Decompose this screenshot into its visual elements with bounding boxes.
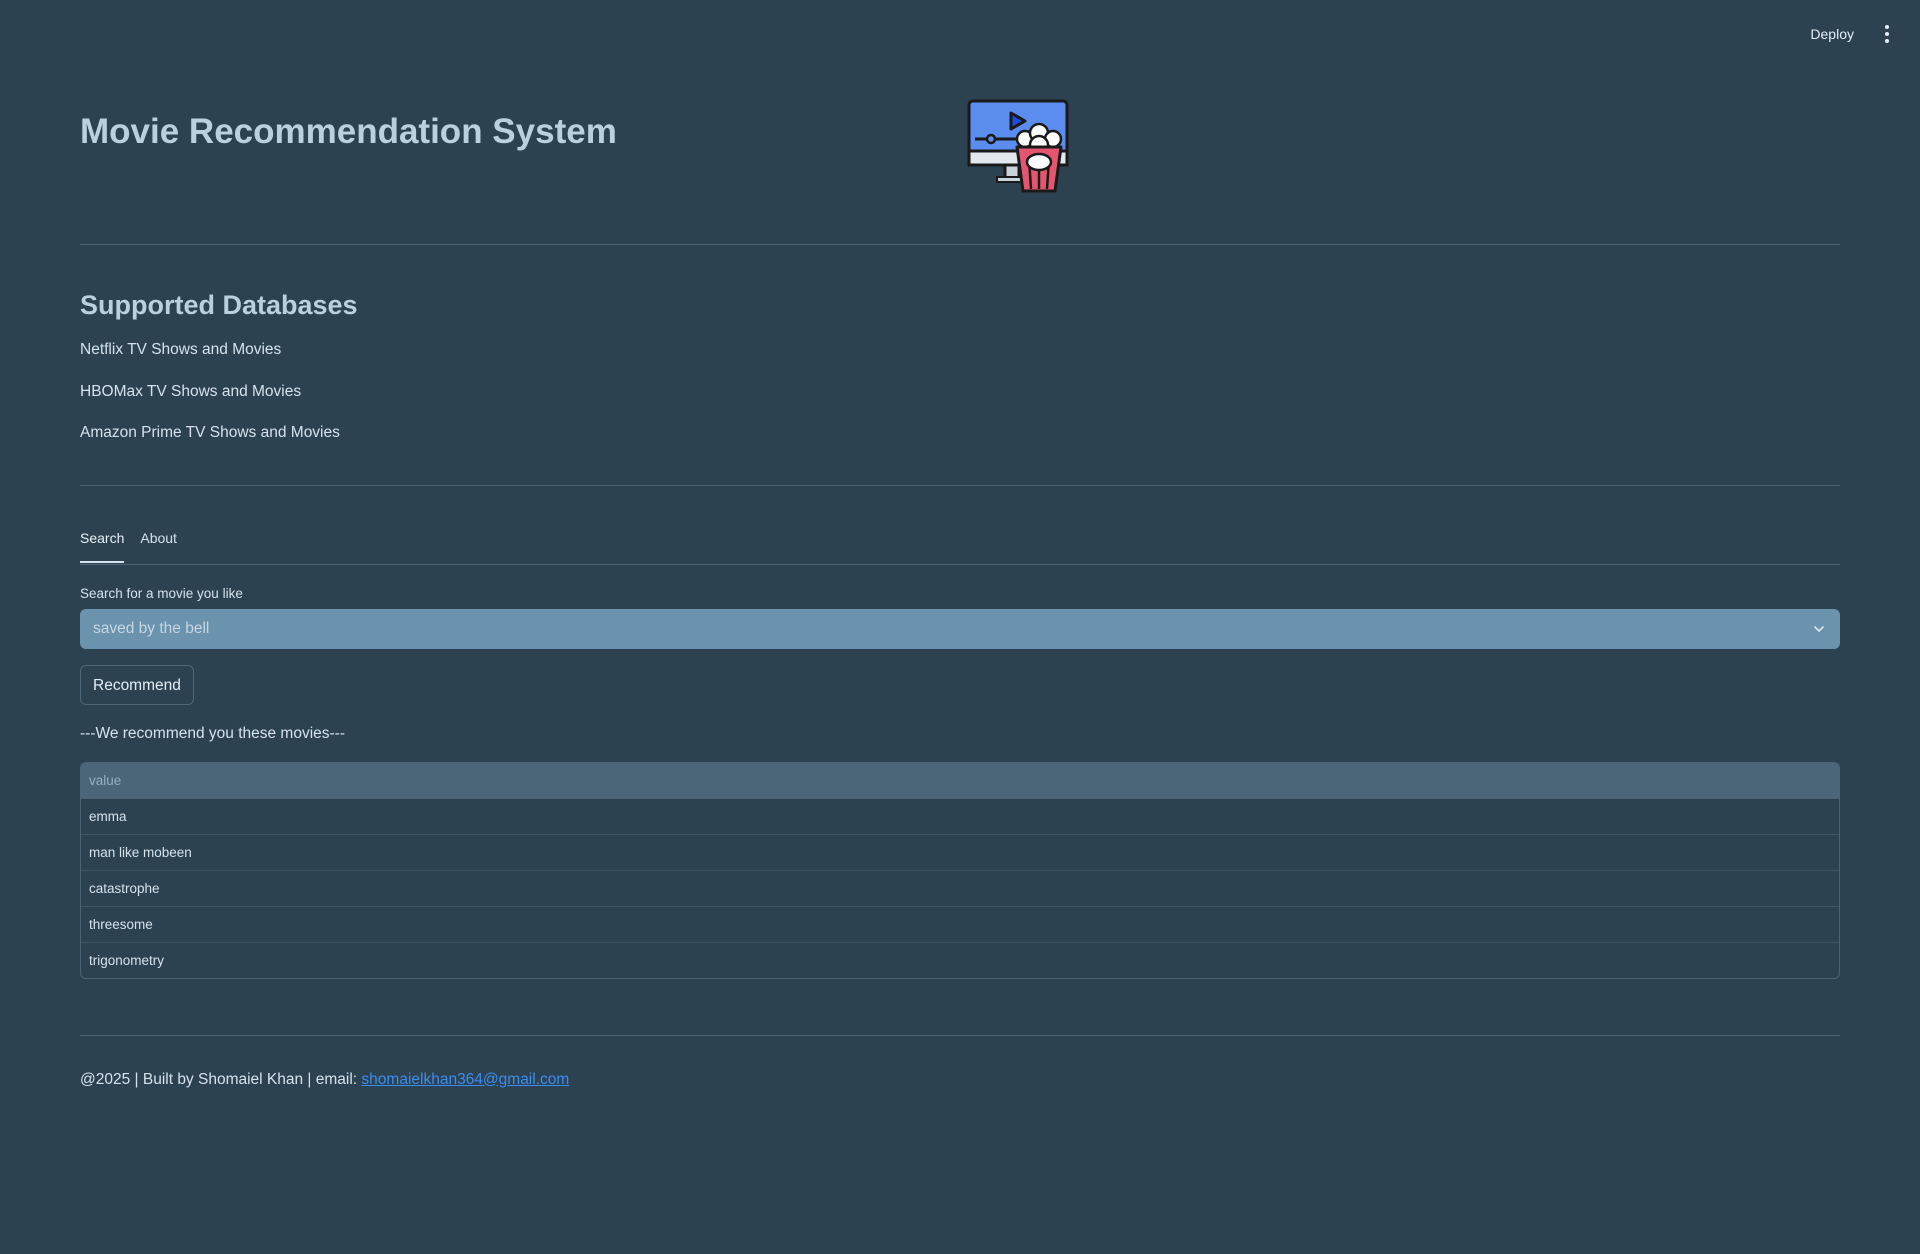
- kebab-menu-icon[interactable]: [1880, 22, 1894, 46]
- recommend-button[interactable]: Recommend: [80, 664, 194, 705]
- tab-bar: Search About: [80, 530, 1840, 565]
- movie-select[interactable]: saved by the bell: [80, 608, 1840, 649]
- results-table: value emma man like mobeen catastrophe t…: [80, 761, 1840, 979]
- divider: [80, 484, 1840, 486]
- page-title: Movie Recommendation System: [80, 112, 617, 151]
- database-list: Netflix TV Shows and Movies HBOMax TV Sh…: [80, 341, 1840, 466]
- footer-text: @2025 | Built by Shomaiel Khan | email:: [80, 1070, 362, 1088]
- tab-search[interactable]: Search: [80, 530, 125, 564]
- tab-about[interactable]: About: [140, 530, 177, 564]
- table-row[interactable]: catastrophe: [81, 871, 1839, 907]
- footer: @2025 | Built by Shomaiel Khan | email: …: [80, 1071, 1840, 1089]
- table-row[interactable]: threesome: [81, 907, 1839, 943]
- table-row[interactable]: man like mobeen: [81, 835, 1839, 871]
- select-value: saved by the bell: [93, 619, 210, 637]
- section-title: Supported Databases: [80, 290, 358, 320]
- email-link[interactable]: shomaielkhan364@gmail.com: [361, 1071, 569, 1088]
- table-row[interactable]: trigonometry: [81, 943, 1839, 978]
- database-item-netflix: Netflix TV Shows and Movies: [80, 341, 282, 358]
- movie-popcorn-logo: [967, 99, 1069, 193]
- databases-section: Supported Databases Netflix TV Shows and…: [80, 245, 1840, 466]
- main-content: Movie Recommendation System Supported Da…: [80, 0, 1840, 1089]
- search-label: Search for a movie you like: [80, 585, 243, 601]
- database-item-hbomax: HBOMax TV Shows and Movies: [80, 382, 302, 400]
- table-row[interactable]: emma: [81, 799, 1839, 835]
- header: Movie Recommendation System: [80, 0, 1840, 244]
- divider: [80, 1034, 1840, 1036]
- chevron-down-icon: [1814, 625, 1824, 632]
- recommendation-heading: ---We recommend you these movies---: [80, 724, 346, 742]
- database-item-amazon-prime: Amazon Prime TV Shows and Movies: [80, 424, 340, 441]
- table-header[interactable]: value: [81, 762, 1839, 799]
